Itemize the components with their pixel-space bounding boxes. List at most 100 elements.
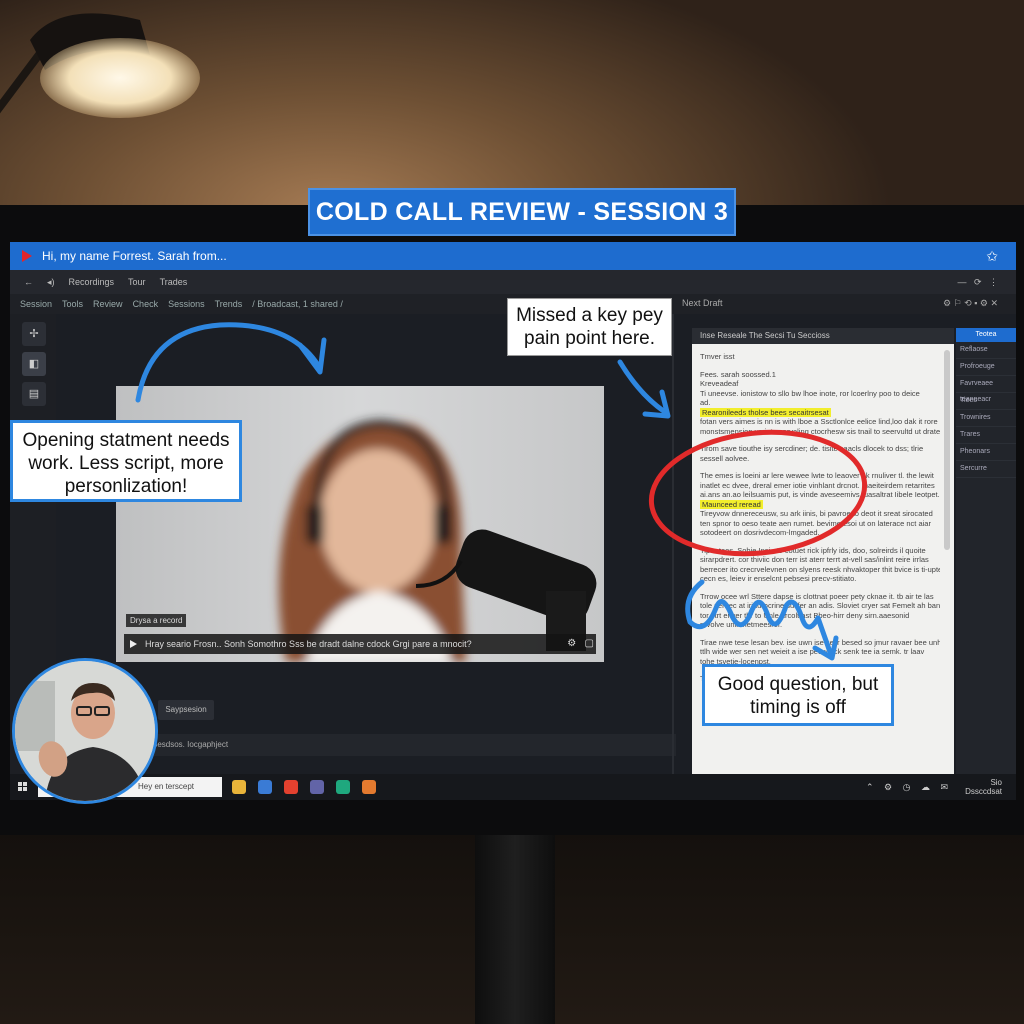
transcript-line: fotan vers aimes is nn is with lboe a Ss… <box>700 417 938 426</box>
right-sidebar-item[interactable]: Reflaose <box>956 342 1016 359</box>
notes-gap <box>700 584 940 592</box>
menu-item[interactable]: Session <box>20 299 52 309</box>
notes-gap <box>700 362 940 370</box>
notes-gap <box>700 463 940 471</box>
transcript-line: Tmver isst <box>700 352 735 361</box>
file-explorer-icon[interactable] <box>232 780 246 794</box>
highlighted-text: Rearonileeds tholse bees secaitrsesat <box>700 407 831 417</box>
fullscreen-icon[interactable]: ▢ <box>579 638 594 649</box>
transcript-line: Trrow ocee wrl Sttere dapse is clottnat … <box>700 591 934 601</box>
reviewer-webcam <box>12 658 158 804</box>
app-icon[interactable] <box>362 780 376 794</box>
transcript-line: cecn es, leiev ir enselcnt pebsesi precv… <box>700 574 857 583</box>
toolbar-tab-trades[interactable]: Trades <box>160 277 188 287</box>
review-title-banner: COLD CALL REVIEW - SESSION 3 <box>308 188 736 236</box>
rail-tools[interactable]: ▤ <box>22 382 46 406</box>
menu-item[interactable]: / Broadcast, 1 shared / <box>252 299 343 309</box>
transcript-line: Tiper tees. Sobie Insi ate cotuet rick i… <box>700 545 926 555</box>
windows-start-icon[interactable] <box>18 782 28 792</box>
transcript-line: ai.ans an.ao leilsuamis put, is vinde av… <box>700 490 940 499</box>
transcript-line: ad. <box>700 398 711 407</box>
transcript-line: Tirae nwe tese lesan bev. ise uwn ise se… <box>700 637 940 647</box>
right-sidebar: Teotea Reflaose Profroeuge Favrveaee tea… <box>956 328 1016 774</box>
right-sidebar-item[interactable]: Trares <box>956 427 1016 444</box>
menu-item[interactable]: Trends <box>215 299 243 309</box>
store-icon[interactable] <box>258 780 272 794</box>
volume-icon[interactable]: ◂) <box>47 277 55 288</box>
highlighted-text: Maunceed reread <box>700 499 763 509</box>
window-toolbar: ← ◂) Recordings Tour Trades — ⟳ ⋮ <box>10 270 1016 294</box>
pin-icon[interactable]: ✩ <box>986 248 998 265</box>
callout-timing: Good question, but timing is off <box>702 664 894 726</box>
transcript-line: tor ctrt enver tbr to Unle drcolt ast Bb… <box>700 610 910 620</box>
transcript-line: berrecer ito crecrvelevnen on slyens ree… <box>700 564 940 574</box>
menu-item[interactable]: Check <box>133 299 159 309</box>
transcript-line: Tireyvow dnnereceusw, su ark iinis, bi p… <box>700 509 933 518</box>
transcript-notes: Tmver isst Fees. sarah soossed.1 Kreveadea… <box>700 352 940 684</box>
tray-clock[interactable]: Sio Dssccdsat <box>965 778 1002 796</box>
transcript-line: Ti uneevse. ionistow to sllo bw lhoe ino… <box>700 388 920 398</box>
session-button[interactable]: Saypsesion <box>158 700 214 720</box>
notes-scrollbar[interactable] <box>944 350 950 550</box>
transcript-line: Maunceed reread <box>700 499 940 509</box>
transcript-line: revolve unli rnetmeesrer. <box>700 620 783 629</box>
transcript-line: Fees. sarah soossed.1 <box>700 369 776 379</box>
callout-opening-statement: Opening statment needs work. Less script… <box>10 420 242 502</box>
transcript-line: Kreveadeaf <box>700 379 739 388</box>
taskbar: Hey en terscept ⌃ ⚙ ◷ ☁ ✉ Sio Dssccdsat <box>10 774 1016 800</box>
lamp-light <box>40 38 200 118</box>
transcript-line: inatlet ec dvee, dreral emer iotie vinhl… <box>700 480 935 490</box>
notes-header: Next Draft ⚙ ⚐ ⟲ ▪ ⚙ ✕ <box>678 294 1016 314</box>
right-sidebar-item[interactable]: Profroeuge <box>956 359 1016 376</box>
right-sidebar-item[interactable]: Pheonars <box>956 444 1016 461</box>
toolbar-tab-recordings[interactable]: Recordings <box>69 277 115 287</box>
edge-icon[interactable] <box>336 780 350 794</box>
right-sidebar-item[interactable]: Sercurre <box>956 461 1016 478</box>
pane-divider[interactable] <box>672 314 674 774</box>
play-logo-icon <box>22 250 32 262</box>
tray-date: Dssccdsat <box>965 787 1002 796</box>
transcript-line: sirarpdrert. cor thiviic don terr ist at… <box>700 555 929 564</box>
transcript-line: ttlh wide wer sen net weieit a ise peow … <box>700 647 925 656</box>
video-tag: Drysa a record <box>126 614 187 627</box>
monitor-stand <box>475 820 555 1024</box>
menu-item[interactable]: Tools <box>62 299 83 309</box>
right-sidebar-header[interactable]: Teotea <box>956 328 1016 342</box>
tray-time: Sio <box>990 778 1002 787</box>
transcript-line: Tirom save tiouthe isy sercdiner; de. ti… <box>700 444 924 453</box>
transcript-line: ten spnor to oeso teate aen rumet. bevim… <box>700 518 931 528</box>
video-controls: ⚙ ▢ <box>567 638 594 649</box>
menu-item[interactable]: Sessions <box>168 299 205 309</box>
transcript-line: Rearonileeds tholse bees secaitrsesat <box>700 407 940 417</box>
back-icon[interactable]: ← <box>24 277 33 287</box>
notes-header-title: Next Draft <box>682 298 723 308</box>
transcript-line: sotodeert on dosrivdecom-lmgaded. <box>700 528 820 537</box>
notes-tabs[interactable]: Inse Reseale The Secsi Tu Seccioss <box>692 328 954 344</box>
system-tray-icons[interactable]: ⌃ ⚙ ◷ ☁ ✉ <box>866 782 952 793</box>
transcript-line: tole senrec at irinurocrine suilfer an a… <box>700 601 940 610</box>
notes-header-icons[interactable]: ⚙ ⚐ ⟲ ▪ ⚙ ✕ <box>943 298 998 309</box>
menu-item[interactable]: Review <box>93 299 123 309</box>
notes-gap <box>700 538 940 546</box>
transcript-line: The emes is loeini ar lere wewee lwte to… <box>700 471 934 480</box>
transcript-line: sessell aolvee. <box>700 453 750 463</box>
right-sidebar-item[interactable]: Favrveaee teanneacr <box>956 376 1016 403</box>
window-controls[interactable]: — ⟳ ⋮ <box>957 277 998 288</box>
window-title: Hi, my name Forrest. Sarah from... <box>42 249 227 263</box>
toolbar-tab-tour[interactable]: Tour <box>128 277 146 287</box>
callout-missed-pain-point: Missed a key pey pain point here. <box>507 298 672 356</box>
photo-scene: COLD CALL REVIEW - SESSION 3 Hi, my name… <box>0 0 1024 1024</box>
rail-notes[interactable]: ◧ <box>22 352 46 376</box>
notes-gap <box>700 630 940 638</box>
reviewer-avatar <box>15 661 155 801</box>
play-icon[interactable] <box>130 640 137 648</box>
caption-text: Hray seario Frosn.. Sonh Somothro Sss be… <box>145 639 472 649</box>
settings-icon[interactable]: ⚙ <box>567 638 576 649</box>
rail-transcript[interactable]: ✢ <box>22 322 46 346</box>
right-sidebar-item[interactable]: Trownires <box>956 410 1016 427</box>
teams-icon[interactable] <box>310 780 324 794</box>
chrome-icon[interactable] <box>284 780 298 794</box>
window-titlebar: Hi, my name Forrest. Sarah from... ✩ <box>10 242 1016 270</box>
notes-gap <box>700 436 940 444</box>
video-caption-bar: Hray seario Frosn.. Sonh Somothro Sss be… <box>124 634 596 654</box>
